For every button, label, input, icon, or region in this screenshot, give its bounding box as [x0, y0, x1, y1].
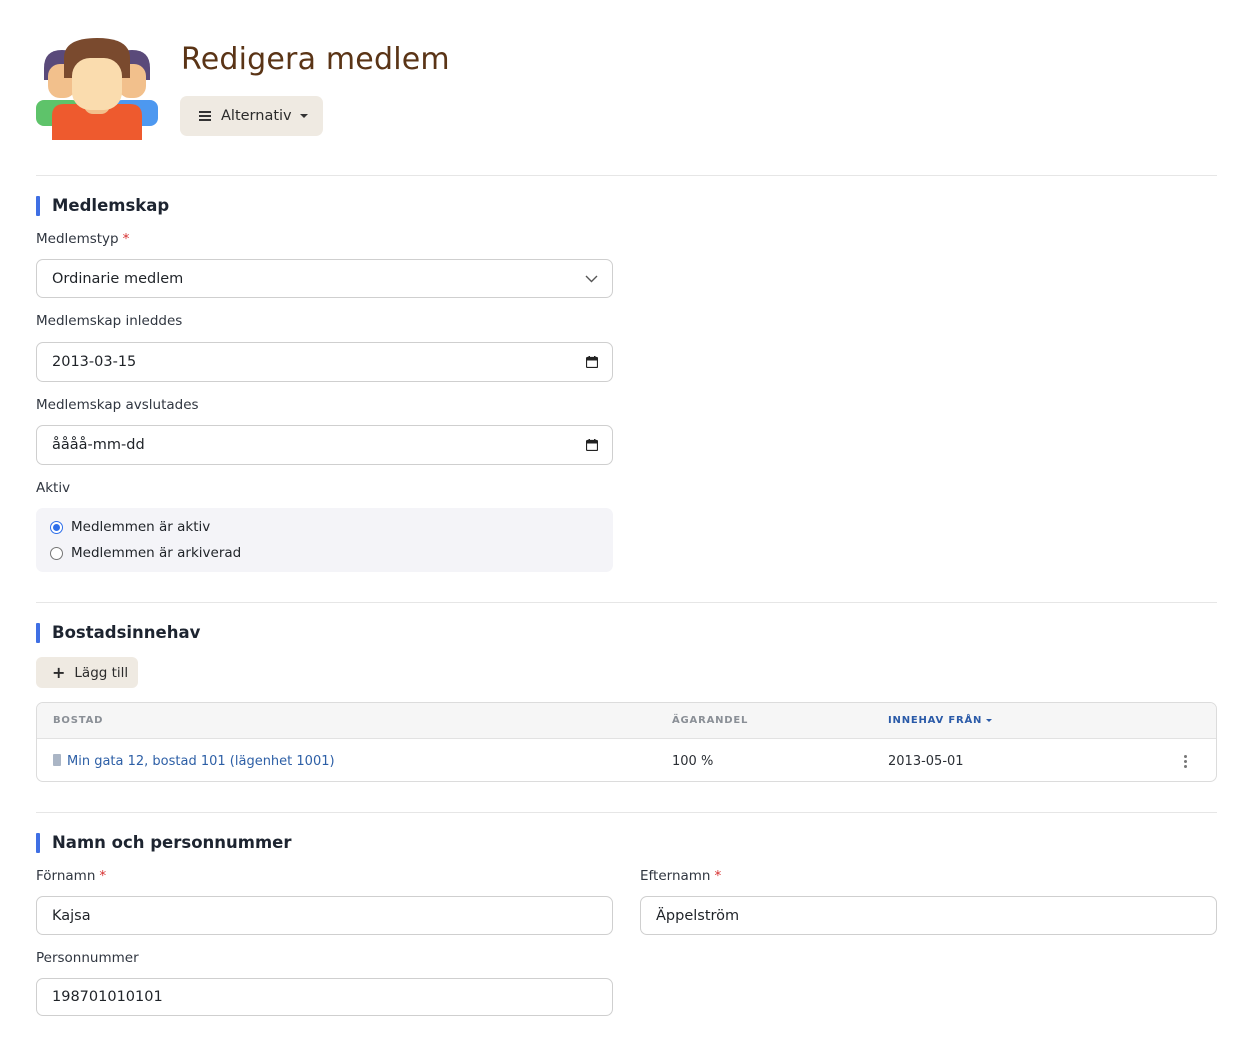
- active-radio-group: Medlemmen är aktiv Medlemmen är arkivera…: [36, 508, 613, 572]
- membership-type-label: Medlemstyp *: [36, 231, 130, 247]
- caret-down-icon: [299, 114, 308, 118]
- membership-end-placeholder: åååå-mm-dd: [52, 437, 145, 453]
- membership-type-value: Ordinarie medlem: [52, 270, 184, 287]
- required-mark: *: [122, 231, 130, 247]
- section-title-membership: Medlemskap: [36, 196, 169, 216]
- divider: [36, 175, 1217, 176]
- membership-start-value: 2013-03-15: [52, 354, 137, 370]
- last-name-label: Efternamn *: [640, 868, 722, 884]
- add-housing-button[interactable]: + Lägg till: [36, 657, 138, 688]
- housing-table: BOSTAD ÄGARANDEL INNEHAV FRÅN Min gata 1…: [36, 702, 1217, 782]
- column-header-bostad[interactable]: BOSTAD: [53, 703, 103, 739]
- membership-start-label: Medlemskap inleddes: [36, 313, 183, 329]
- first-name-value: Kajsa: [52, 907, 91, 924]
- radio-active-label: Medlemmen är aktiv: [71, 519, 211, 535]
- membership-end-label: Medlemskap avslutades: [36, 397, 199, 413]
- column-header-agarandel[interactable]: ÄGARANDEL: [672, 703, 748, 739]
- housing-link[interactable]: Min gata 12, bostad 101 (lägenhet 1001): [53, 740, 335, 781]
- radio-archived[interactable]: [50, 546, 63, 560]
- calendar-icon[interactable]: [586, 356, 598, 368]
- column-header-innehav-fran[interactable]: INNEHAV FRÅN: [888, 703, 993, 739]
- hamburger-icon: [199, 111, 211, 121]
- add-housing-label: Lägg till: [74, 664, 129, 681]
- membership-end-date-input[interactable]: åååå-mm-dd: [36, 425, 613, 465]
- options-label: Alternativ: [221, 108, 292, 124]
- required-mark: *: [99, 868, 107, 884]
- required-mark: *: [714, 868, 722, 884]
- options-menu-button[interactable]: Alternativ: [180, 96, 323, 136]
- last-name-field[interactable]: Äppelström: [640, 896, 1217, 935]
- radio-active[interactable]: [50, 520, 63, 534]
- divider: [36, 812, 1217, 813]
- section-title-person: Namn och personnummer: [36, 833, 291, 853]
- membership-start-date-input[interactable]: 2013-03-15: [36, 342, 613, 382]
- divider: [36, 602, 1217, 603]
- table-row: Min gata 12, bostad 101 (lägenhet 1001) …: [37, 740, 1216, 781]
- radio-option-archived[interactable]: Medlemmen är arkiverad: [50, 545, 241, 561]
- first-name-field[interactable]: Kajsa: [36, 896, 613, 935]
- building-icon: [53, 754, 61, 766]
- kebab-icon[interactable]: [1184, 755, 1188, 768]
- personnummer-field[interactable]: 198701010101: [36, 978, 613, 1016]
- housing-name: Min gata 12, bostad 101 (lägenhet 1001): [67, 754, 335, 769]
- table-header: BOSTAD ÄGARANDEL INNEHAV FRÅN: [37, 703, 1216, 739]
- chevron-down-icon: [585, 275, 598, 283]
- last-name-value: Äppelström: [656, 907, 740, 924]
- calendar-icon[interactable]: [586, 439, 598, 451]
- holding-from-date: 2013-05-01: [888, 754, 964, 769]
- first-name-label: Förnamn *: [36, 868, 107, 884]
- page-title: Redigera medlem: [181, 42, 450, 77]
- ownership-share: 100 %: [672, 754, 714, 769]
- sort-desc-icon: [986, 718, 993, 722]
- members-group-icon: [36, 38, 158, 140]
- radio-option-active[interactable]: Medlemmen är aktiv: [50, 519, 210, 535]
- plus-icon: +: [52, 662, 66, 682]
- radio-archived-label: Medlemmen är arkiverad: [71, 545, 242, 561]
- section-title-housing: Bostadsinnehav: [36, 623, 200, 643]
- page-header: Redigera medlem Alternativ: [36, 30, 1217, 175]
- personnummer-label: Personnummer: [36, 950, 139, 966]
- personnummer-value: 198701010101: [52, 989, 163, 1005]
- membership-type-select[interactable]: Ordinarie medlem: [36, 259, 613, 298]
- active-label: Aktiv: [36, 480, 71, 496]
